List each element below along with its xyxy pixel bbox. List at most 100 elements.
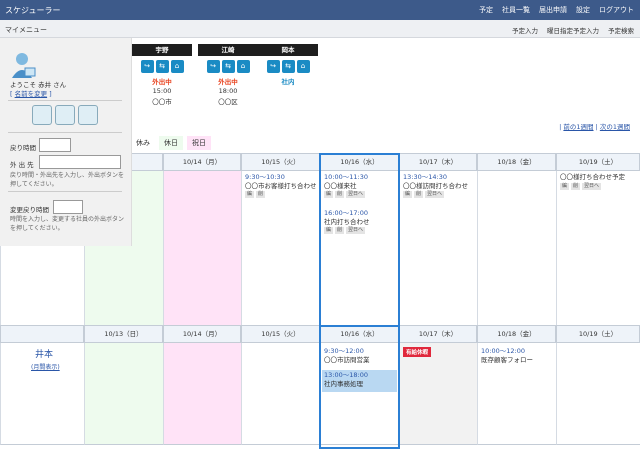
day-cell-sat[interactable] (556, 343, 640, 445)
out-button[interactable]: ↪ (266, 60, 280, 73)
home-icon[interactable]: ⌂ (236, 60, 250, 73)
day-cell-tue[interactable] (241, 343, 320, 445)
return-time-label: 戻り時間 (10, 144, 36, 152)
event-time: 9:30〜12:00 (324, 347, 364, 355)
arrive-icon[interactable] (32, 105, 52, 125)
day-header: 10/15（火） (241, 325, 320, 343)
event-title: 〇〇様打ち合わせ予定 (560, 173, 625, 181)
corner-header (0, 325, 84, 343)
day-header: 10/13（日） (84, 325, 163, 343)
day-header: 10/18（金） (477, 153, 556, 171)
out-button[interactable]: ↪ (140, 60, 154, 73)
day-header: 10/14（月） (163, 325, 241, 343)
link-weekday-schedule[interactable]: 曜日指定予定入力 (547, 25, 599, 35)
day-cell-mon[interactable] (163, 343, 241, 445)
out-icon[interactable] (78, 105, 98, 125)
day-cell-fri[interactable] (477, 170, 556, 326)
event-tue[interactable]: 9:30〜10:30 〇〇市お客様打ち合わせ 編削 (245, 173, 317, 198)
edit-tag[interactable]: 編 (403, 191, 413, 198)
my-menu-panel: ようこそ 赤井 さん [ 名前を変更 ] 戻り時間 外 出 先 戻り時間・外出先… (0, 38, 132, 246)
day-header: 10/19（土） (556, 153, 640, 171)
delete-tag[interactable]: 削 (414, 191, 424, 198)
event-title: 社内事務処理 (324, 379, 363, 388)
my-menu-toggle[interactable]: マイメニュー (5, 25, 47, 35)
user-name[interactable]: 井本 (35, 347, 53, 360)
event-title: 〇〇様訪問打ち合わせ (403, 181, 468, 190)
day-header: 10/19（土） (556, 325, 640, 343)
edit-tag[interactable]: 編 (324, 191, 334, 198)
divider (8, 132, 122, 133)
change-name-link[interactable]: [ 名前を変更 ] (10, 88, 52, 98)
nav-employees[interactable]: 社員一覧 (502, 5, 530, 15)
nav-settings[interactable]: 設定 (576, 5, 590, 15)
home-icon[interactable]: ⌂ (296, 60, 310, 73)
next-day-tag[interactable]: 翌日へ (425, 191, 445, 198)
event-thu[interactable]: 13:30〜14:30 〇〇様訪問打ち合わせ 編削翌日へ (403, 173, 475, 198)
monthly-view-link[interactable]: (月間表示) (31, 362, 60, 371)
legend-public-holiday: 祝日 (187, 136, 211, 150)
paid-leave-badge: 有給休暇 (403, 347, 432, 357)
member-card-uno: 宇野 ↪ ⇆ ⌂ 外出中 15:00 〇〇市 (132, 44, 192, 106)
event-fri[interactable]: 10:00〜12:00 既存顧客フォロー (481, 347, 553, 364)
change-return-label: 変更戻り時間 (10, 206, 49, 214)
event-wed-2[interactable]: 13:00〜18:00 社内事務処理 (324, 371, 396, 388)
event-sat[interactable]: 〇〇様打ち合わせ予定 編削翌日へ (560, 173, 638, 190)
nav-schedule[interactable]: 予定 (479, 5, 493, 15)
out-button[interactable]: ↪ (206, 60, 220, 73)
day-cell-thu[interactable] (399, 343, 477, 445)
delete-tag[interactable]: 削 (335, 191, 345, 198)
nav-logout[interactable]: ログアウト (599, 5, 634, 15)
delete-tag[interactable]: 削 (335, 227, 345, 234)
out-place-label: 外 出 先 (10, 161, 34, 169)
return-button[interactable]: ⇆ (155, 60, 169, 73)
main-nav: 予定 社員一覧 届出申請 設定 ログアウト (479, 5, 634, 15)
edit-tag[interactable]: 編 (245, 191, 255, 198)
next-day-tag[interactable]: 翌日へ (582, 182, 602, 190)
member-name: 宇野 (132, 44, 192, 56)
day-cell-sun[interactable] (84, 343, 163, 445)
out-place-input[interactable] (39, 155, 121, 169)
event-wed-1[interactable]: 9:30〜12:00 〇〇市訪問営業 (324, 347, 396, 364)
status-text: 外出中 (152, 78, 172, 86)
delete-tag[interactable]: 削 (256, 191, 266, 198)
link-add-schedule[interactable]: 予定入力 (512, 25, 538, 35)
leave-icon[interactable] (55, 105, 75, 125)
return-button[interactable]: ⇆ (281, 60, 295, 73)
day-cell-sat[interactable] (556, 170, 640, 326)
edit-tag[interactable]: 編 (560, 182, 570, 190)
event-wed-2[interactable]: 16:00〜17:00 社内打ち合わせ 編削翌日へ (324, 209, 396, 234)
member-name: 岡本 (258, 44, 318, 56)
return-time-input[interactable] (39, 138, 71, 152)
return-time: 18:00 (218, 87, 238, 95)
top-bar: スケジューラー 予定 社員一覧 届出申請 設定 ログアウト (0, 0, 640, 20)
next-week-link[interactable]: 次の1週間 (600, 123, 630, 131)
event-title: 〇〇市訪問営業 (324, 355, 370, 364)
event-time: 16:00〜17:00 (324, 209, 368, 217)
week-links: | 前の1週間 | 次の1週間 (559, 123, 630, 131)
return-button[interactable]: ⇆ (221, 60, 235, 73)
change-return-input[interactable] (53, 200, 83, 214)
status-text: 外出中 (218, 78, 238, 86)
next-day-tag[interactable]: 翌日へ (346, 191, 366, 198)
side-note: 戻り時間・外出先を入力し、外出ボタンを押してください。 (10, 172, 125, 188)
edit-tag[interactable]: 編 (324, 227, 334, 234)
legend-day-off: 休日 (159, 136, 183, 150)
change-name-label: 名前を変更 (14, 90, 48, 98)
quick-icons (32, 105, 98, 125)
divider (8, 191, 122, 192)
prev-week-link[interactable]: 前の1週間 (563, 123, 593, 131)
legend-holiday: 休み (131, 136, 155, 150)
delete-tag[interactable]: 削 (571, 182, 581, 190)
event-time: 13:00〜18:00 (324, 371, 368, 379)
next-day-tag[interactable]: 翌日へ (346, 227, 366, 234)
home-icon[interactable]: ⌂ (170, 60, 184, 73)
day-cell-mon[interactable] (163, 170, 241, 326)
event-time: 10:00〜12:00 (481, 347, 525, 355)
nav-requests[interactable]: 届出申請 (539, 5, 567, 15)
legend: 休み 休日 祝日 (131, 136, 211, 150)
member-name: 江崎 (198, 44, 258, 56)
event-wed-1[interactable]: 10:00〜11:30 〇〇様来社 編削翌日へ (324, 173, 396, 198)
link-schedule-search[interactable]: 予定検索 (608, 25, 634, 35)
avatar (8, 50, 38, 80)
side-note: 時間を入力し、変更する社員の外出ボタンを押してください。 (10, 216, 125, 232)
